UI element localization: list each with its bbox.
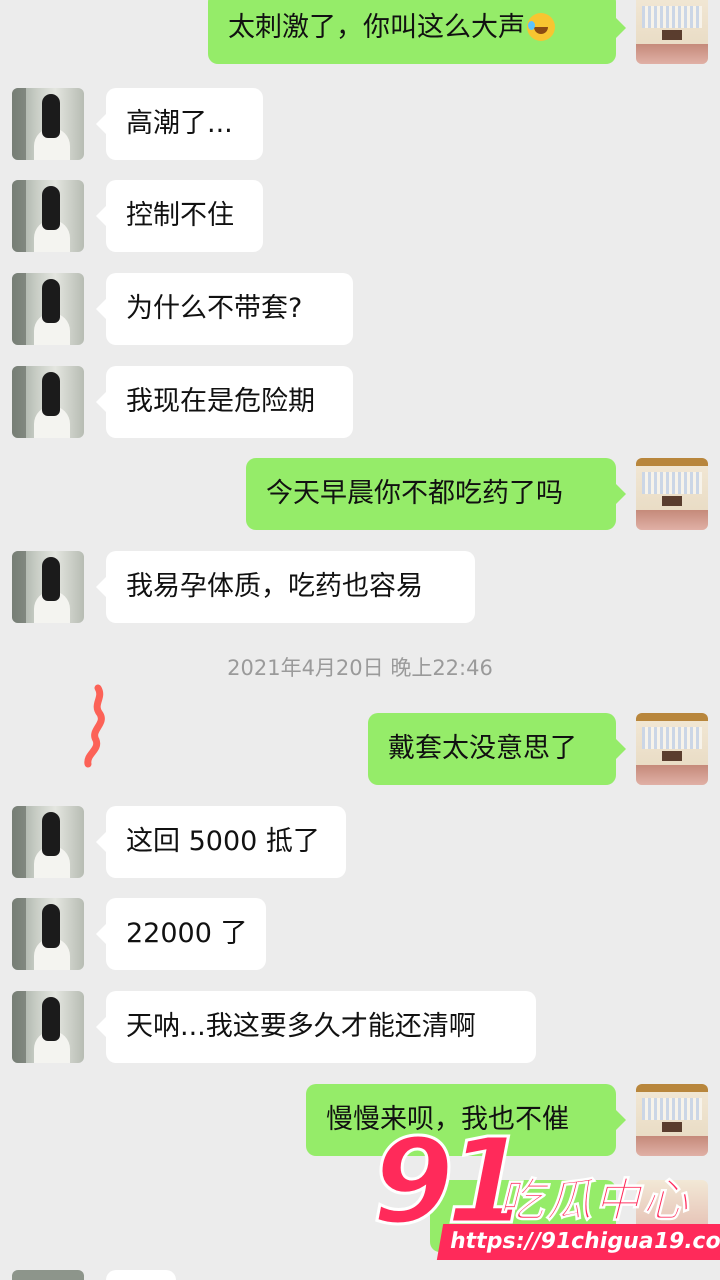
chat-timestamp: 2021年4月20日 晚上22:46 xyxy=(227,656,493,680)
message-text: 戴套太没意思了 xyxy=(388,733,577,764)
incoming-message-bubble-partial[interactable] xyxy=(106,1270,176,1280)
contact-avatar[interactable] xyxy=(12,366,84,438)
incoming-message-bubble[interactable]: 22000 了 xyxy=(96,898,266,970)
message-text: 控制不住 xyxy=(126,200,234,231)
message-text: 22000 了 xyxy=(126,918,248,949)
incoming-message-bubble[interactable]: 我现在是危险期 xyxy=(96,366,353,438)
message-text: 太刺激了，你叫这么大声 xyxy=(228,12,525,43)
outgoing-message-bubble[interactable]: 太刺激了，你叫这么大声 xyxy=(208,0,626,64)
contact-avatar[interactable] xyxy=(12,551,84,623)
contact-avatar[interactable] xyxy=(12,180,84,252)
incoming-message-bubble[interactable]: 这回 5000 抵了 xyxy=(96,806,346,878)
contact-avatar[interactable] xyxy=(12,88,84,160)
contact-avatar[interactable] xyxy=(12,273,84,345)
watermark-name: 吃瓜中心 xyxy=(498,1173,690,1228)
message-text: 我易孕体质，吃药也容易 xyxy=(126,571,423,602)
message-text: 这回 5000 抵了 xyxy=(126,826,320,857)
laugh-cry-emoji-icon xyxy=(527,13,555,41)
my-avatar[interactable] xyxy=(636,0,708,64)
message-text: 为什么不带套? xyxy=(126,293,303,324)
outgoing-message-bubble[interactable]: 今天早晨你不都吃药了吗 xyxy=(246,458,626,530)
incoming-message-bubble[interactable]: 为什么不带套? xyxy=(96,273,353,345)
incoming-message-bubble[interactable]: 控制不住 xyxy=(96,180,263,252)
my-avatar[interactable] xyxy=(636,458,708,530)
contact-avatar[interactable] xyxy=(12,898,84,970)
watermark-logo: 91 吃瓜中心 https://91chigua19.com xyxy=(368,1121,720,1266)
incoming-message-bubble[interactable]: 我易孕体质，吃药也容易 xyxy=(96,551,475,623)
contact-avatar-partial[interactable] xyxy=(12,1270,84,1280)
incoming-message-bubble[interactable]: 天呐...我这要多久才能还清啊 xyxy=(96,991,536,1063)
contact-avatar[interactable] xyxy=(12,806,84,878)
message-text: 高潮了... xyxy=(126,108,233,139)
red-scribble-mark xyxy=(84,684,105,768)
message-text: 天呐...我这要多久才能还清啊 xyxy=(126,1011,476,1042)
contact-avatar[interactable] xyxy=(12,991,84,1063)
message-text: 今天早晨你不都吃药了吗 xyxy=(266,478,563,509)
my-avatar[interactable] xyxy=(636,713,708,785)
outgoing-message-bubble[interactable]: 戴套太没意思了 xyxy=(368,713,626,785)
watermark-url: https://91chigua19.com xyxy=(436,1224,720,1260)
incoming-message-bubble[interactable]: 高潮了... xyxy=(96,88,263,160)
message-text: 我现在是危险期 xyxy=(126,386,315,417)
